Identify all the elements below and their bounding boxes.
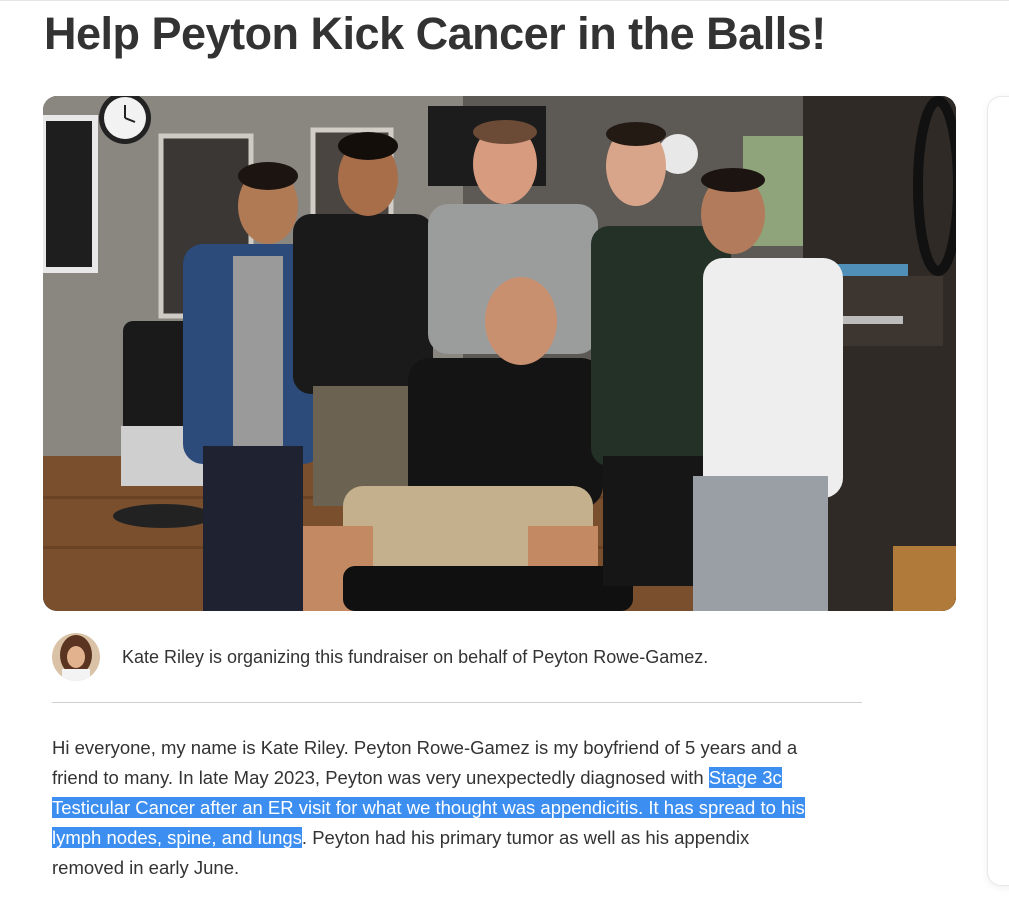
story-text: Hi everyone, my name is Kate Riley. Peyt… xyxy=(52,733,912,883)
story-line: . Peyton had his primary tumor as well a… xyxy=(301,827,750,848)
story-line: removed in early June. xyxy=(52,857,240,878)
organizer-text: Kate Riley is organizing this fundraiser… xyxy=(122,646,709,667)
organizer-avatar[interactable] xyxy=(52,633,100,681)
story-line: Hi everyone, my name is Kate Riley. Peyt… xyxy=(52,737,798,758)
avatar-photo xyxy=(52,633,100,681)
hero-image[interactable] xyxy=(43,96,956,611)
story-highlight: Testicular Cancer after an ER visit for … xyxy=(52,797,805,818)
story-highlight: lymph nodes, spine, and lungs xyxy=(52,827,302,848)
section-divider xyxy=(52,702,862,703)
story-highlight: Stage 3c xyxy=(708,767,782,788)
top-border xyxy=(0,0,1009,1)
story-line: friend to many. In late May 2023, Peyton… xyxy=(52,767,709,788)
hero-photo-illustration xyxy=(43,96,956,611)
campaign-title: Help Peyton Kick Cancer in the Balls! xyxy=(44,8,826,59)
donation-sidebar-card xyxy=(987,96,1009,886)
organizer-row: Kate Riley is organizing this fundraiser… xyxy=(52,633,862,681)
